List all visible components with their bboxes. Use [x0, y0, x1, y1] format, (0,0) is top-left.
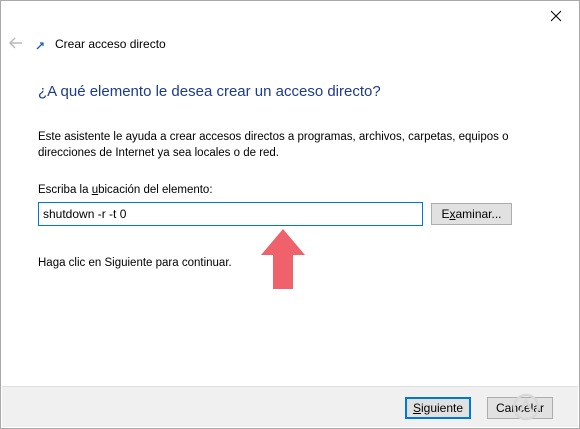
create-shortcut-window: Crear acceso directo ¿A qué elemento le …: [0, 0, 580, 429]
next-button[interactable]: Siguiente: [405, 397, 471, 419]
next-label-mnemonic: S: [412, 401, 421, 415]
location-label-text-pre: Escriba la: [38, 184, 92, 196]
location-label-text-post: bicación del elemento:: [98, 184, 213, 196]
window-title: Crear acceso directo: [55, 37, 166, 51]
close-icon: [550, 10, 562, 22]
close-button[interactable]: [533, 1, 579, 31]
page-heading: ¿A qué elemento le desea crear un acceso…: [38, 83, 381, 100]
location-input[interactable]: [38, 202, 423, 226]
next-label-post: iguiente: [420, 401, 464, 415]
browse-label-post: aminar...: [455, 207, 502, 221]
up-arrow-icon: [261, 229, 305, 289]
site-watermark-logo: [512, 393, 540, 421]
wizard-footer: Siguiente Cancelar: [2, 386, 578, 427]
wizard-description: Este asistente le ayuda a crear accesos …: [38, 131, 509, 159]
browse-label-pre: E: [441, 207, 450, 221]
back-button[interactable]: [5, 31, 27, 55]
continue-hint: Haga clic en Siguiente para continuar.: [38, 257, 232, 269]
browse-button[interactable]: Ex aminar...: [431, 203, 512, 225]
back-arrow-icon: [9, 37, 22, 49]
shortcut-wizard-icon: [36, 42, 44, 50]
location-label: Escriba la ubicación del elemento:: [38, 184, 213, 196]
